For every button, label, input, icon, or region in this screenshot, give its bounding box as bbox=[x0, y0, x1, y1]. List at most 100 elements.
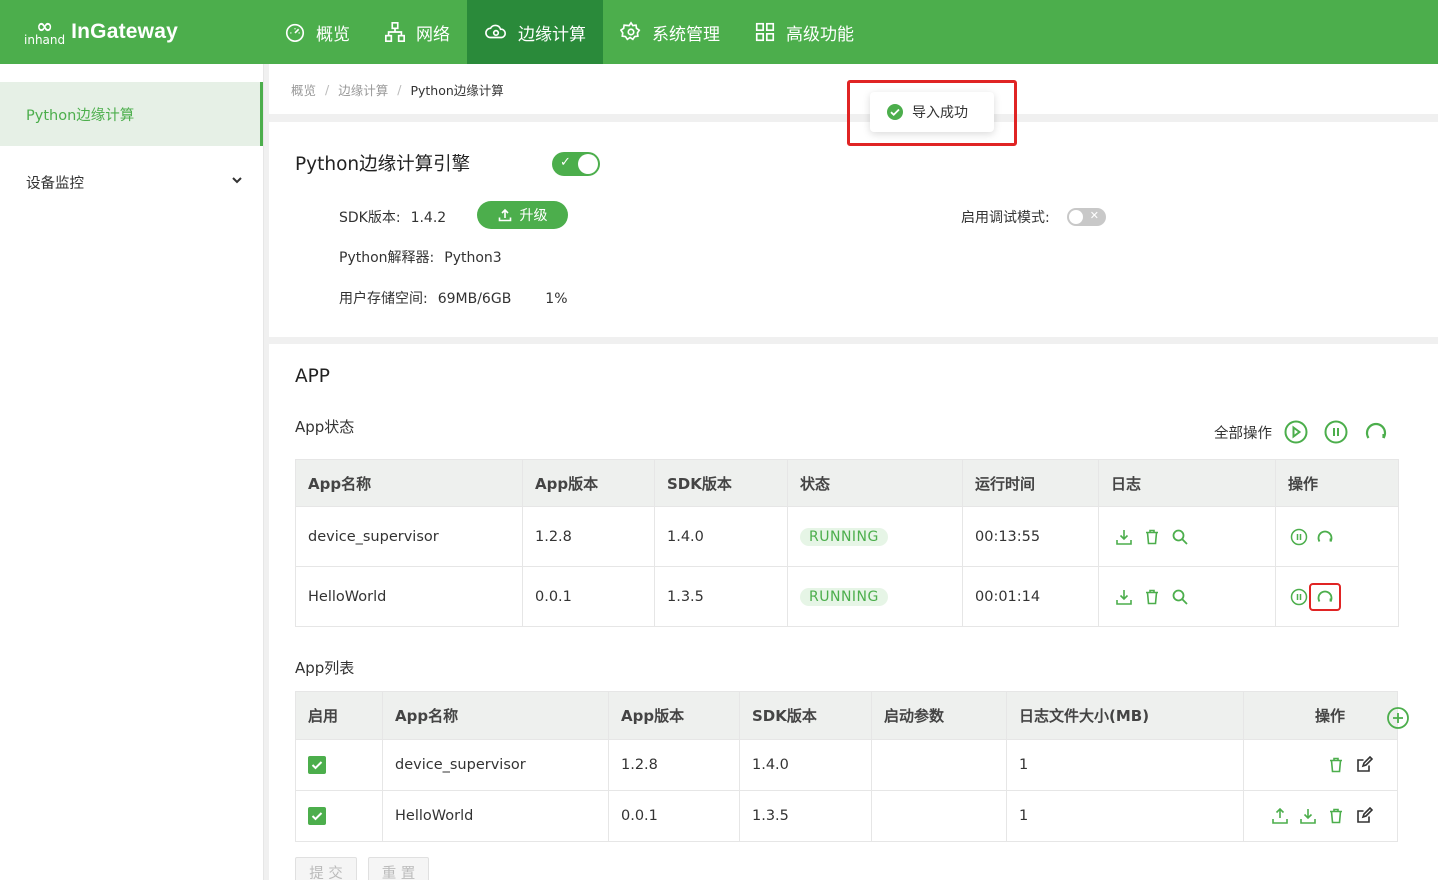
all-operations-label: 全部操作 bbox=[1214, 425, 1272, 442]
check-icon: ✓ bbox=[560, 155, 571, 170]
app-name-cell: HelloWorld bbox=[382, 790, 609, 842]
breadcrumb-edge-computing[interactable]: 边缘计算 bbox=[338, 80, 388, 99]
app-list-title: App列表 bbox=[295, 659, 355, 677]
col-log-size: 日志文件大小(MB) bbox=[1006, 691, 1244, 740]
debug-mode-toggle[interactable]: ✕ bbox=[1067, 208, 1106, 226]
view-log-button[interactable] bbox=[1171, 588, 1189, 606]
start-params-cell[interactable] bbox=[871, 739, 1007, 791]
table-row: device_supervisor 1.2.8 1.4.0 1 bbox=[295, 739, 1398, 791]
network-icon bbox=[385, 22, 405, 42]
enabled-cell bbox=[295, 739, 383, 791]
nav-edge-computing[interactable]: 边缘计算 bbox=[467, 0, 603, 64]
status-badge: RUNNING bbox=[800, 587, 888, 606]
sidebar-item-device-monitor[interactable]: 设备监控 bbox=[0, 150, 263, 214]
dashboard-icon bbox=[285, 23, 305, 42]
interpreter-value: Python3 bbox=[444, 250, 502, 266]
view-log-button[interactable] bbox=[1171, 528, 1189, 546]
toast-message: 导入成功 bbox=[912, 105, 968, 121]
breadcrumb-overview[interactable]: 概览 bbox=[291, 80, 316, 99]
submit-button[interactable]: 提 交 bbox=[295, 857, 357, 880]
delete-app-button[interactable] bbox=[1327, 756, 1345, 774]
table-header-row: 启用 App名称 App版本 SDK版本 启动参数 日志文件大小(MB) 操作 bbox=[295, 691, 1398, 740]
col-status: 状态 bbox=[787, 459, 963, 507]
nav-system-management[interactable]: 系统管理 bbox=[603, 0, 737, 64]
success-toast: 导入成功 bbox=[870, 92, 994, 132]
enable-checkbox[interactable] bbox=[308, 807, 326, 825]
upgrade-button[interactable]: 升级 bbox=[477, 201, 568, 229]
delete-app-button[interactable] bbox=[1327, 807, 1345, 825]
export-app-button[interactable] bbox=[1271, 807, 1289, 825]
start-all-button[interactable] bbox=[1283, 419, 1309, 445]
upload-icon bbox=[1272, 807, 1288, 824]
log-size-cell: 1 bbox=[1006, 790, 1244, 842]
nav-network[interactable]: 网络 bbox=[367, 0, 467, 64]
pause-app-button[interactable] bbox=[1290, 528, 1308, 546]
check-circle-icon bbox=[887, 104, 903, 120]
play-icon bbox=[1284, 420, 1308, 444]
col-actions: 操作 bbox=[1243, 691, 1398, 740]
engine-enable-toggle[interactable]: ✓ bbox=[552, 152, 600, 176]
col-actions: 操作 bbox=[1275, 459, 1399, 507]
actions-cell bbox=[1275, 506, 1399, 567]
table-row: device_supervisor 1.2.8 1.4.0 RUNNING 00… bbox=[295, 506, 1399, 567]
storage-row: 用户存储空间: 69MB/6GB 1% bbox=[339, 291, 568, 307]
restart-all-button[interactable] bbox=[1363, 419, 1389, 445]
status-cell: RUNNING bbox=[787, 566, 963, 627]
sidebar-item-python-edge[interactable]: Python边缘计算 bbox=[0, 82, 263, 146]
delete-log-button[interactable] bbox=[1143, 588, 1161, 606]
trash-icon bbox=[1330, 757, 1342, 773]
app-status-table: App名称 App版本 SDK版本 状态 运行时间 日志 操作 device_s… bbox=[295, 459, 1399, 627]
restart-app-button[interactable] bbox=[1316, 528, 1334, 546]
sdk-version-cell: 1.4.0 bbox=[739, 739, 872, 791]
app-list-table: 启用 App名称 App版本 SDK版本 启动参数 日志文件大小(MB) 操作 … bbox=[295, 691, 1398, 842]
close-icon: ✕ bbox=[1089, 209, 1099, 222]
gear-icon bbox=[620, 21, 641, 41]
col-app-version: App版本 bbox=[522, 459, 655, 507]
edit-app-button[interactable] bbox=[1355, 807, 1373, 825]
app-section-title: APP bbox=[295, 366, 330, 387]
sdk-version-cell: 1.3.5 bbox=[654, 566, 788, 627]
start-params-cell[interactable] bbox=[871, 790, 1007, 842]
nav-overview[interactable]: 概览 bbox=[268, 0, 367, 64]
enable-checkbox[interactable] bbox=[308, 756, 326, 774]
search-icon bbox=[1172, 529, 1188, 545]
download-app-button[interactable] bbox=[1299, 807, 1317, 825]
col-sdk-version: SDK版本 bbox=[654, 459, 788, 507]
breadcrumb-current: Python边缘计算 bbox=[410, 82, 504, 98]
log-cell bbox=[1098, 506, 1276, 567]
main-nav: 概览 网络 边缘计算 系统管理 高级功能 bbox=[268, 0, 871, 64]
download-log-button[interactable] bbox=[1115, 588, 1133, 606]
log-cell bbox=[1098, 566, 1276, 627]
col-app-name: App名称 bbox=[295, 459, 523, 507]
col-app-name: App名称 bbox=[382, 691, 609, 740]
nav-advanced[interactable]: 高级功能 bbox=[737, 0, 871, 64]
sdk-version-cell: 1.4.0 bbox=[654, 506, 788, 567]
reset-button[interactable]: 重 置 bbox=[368, 857, 429, 880]
delete-log-button[interactable] bbox=[1143, 528, 1161, 546]
inhand-logo-icon: ∞ inhand bbox=[24, 14, 66, 47]
sidebar: Python边缘计算 设备监控 bbox=[0, 64, 264, 880]
pause-all-button[interactable] bbox=[1323, 419, 1349, 445]
col-log: 日志 bbox=[1098, 459, 1276, 507]
col-runtime: 运行时间 bbox=[962, 459, 1099, 507]
add-app-button[interactable] bbox=[1386, 706, 1410, 734]
brand-name: InGateway bbox=[71, 20, 178, 43]
status-cell: RUNNING bbox=[787, 506, 963, 567]
restart-icon bbox=[1317, 530, 1333, 542]
brand-logo[interactable]: ∞ inhand InGateway bbox=[0, 0, 268, 64]
check-icon bbox=[311, 812, 323, 821]
app-name-cell: device_supervisor bbox=[295, 506, 523, 567]
trash-icon bbox=[1146, 589, 1158, 604]
runtime-cell: 00:01:14 bbox=[962, 566, 1099, 627]
pause-app-button[interactable] bbox=[1290, 588, 1308, 606]
table-row: HelloWorld 0.0.1 1.3.5 RUNNING 00:01:14 bbox=[295, 566, 1399, 627]
app-status-title: App状态 bbox=[295, 418, 355, 436]
app-name-cell: device_supervisor bbox=[382, 739, 609, 791]
pause-icon bbox=[1324, 420, 1348, 444]
table-row: HelloWorld 0.0.1 1.3.5 1 bbox=[295, 790, 1398, 842]
download-log-button[interactable] bbox=[1115, 528, 1133, 546]
interpreter-row: Python解释器: Python3 bbox=[339, 250, 502, 266]
app-panel: APP App状态 全部操作 App名称 App版本 SDK版本 状态 运行时间… bbox=[269, 344, 1438, 880]
edit-app-button[interactable] bbox=[1355, 756, 1373, 774]
download-icon bbox=[1300, 809, 1316, 824]
